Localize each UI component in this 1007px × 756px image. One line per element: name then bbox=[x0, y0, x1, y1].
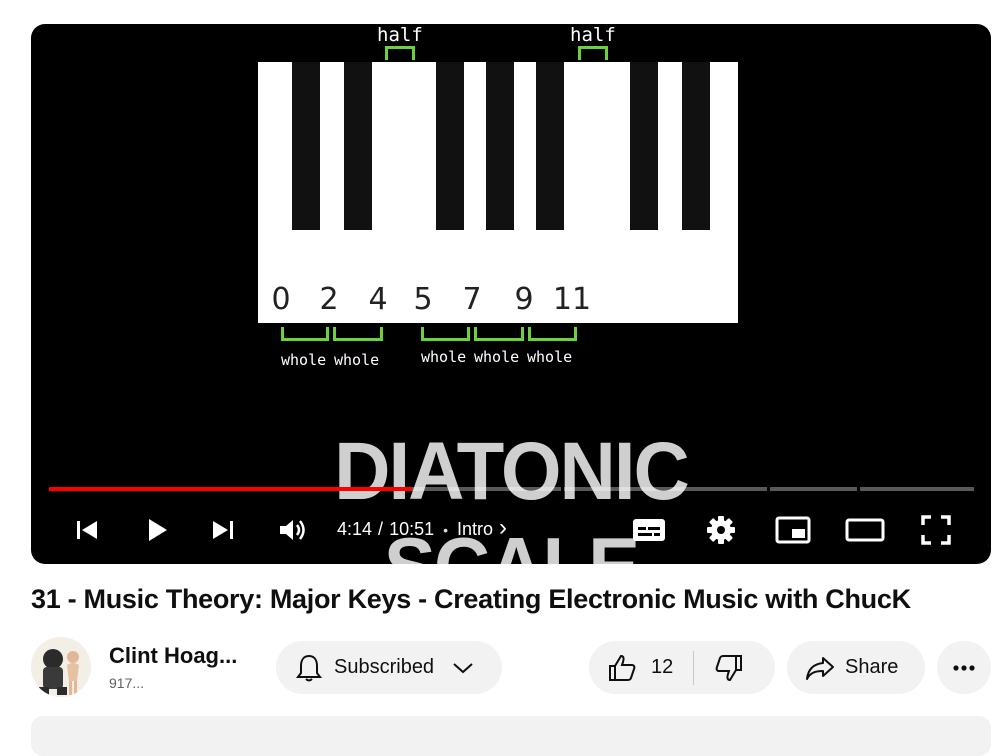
duration: 10:51 bbox=[389, 519, 435, 539]
channel-name[interactable]: Clint Hoag... bbox=[109, 643, 237, 669]
whole-step-label: whole bbox=[334, 351, 380, 369]
half-step-label: half bbox=[570, 24, 616, 46]
skip-previous-icon bbox=[77, 521, 97, 539]
piano-black-key bbox=[536, 62, 564, 230]
chevron-down-icon bbox=[453, 662, 473, 673]
gear-icon bbox=[707, 516, 735, 544]
fullscreen-icon bbox=[921, 515, 951, 545]
whole-step-bracket bbox=[421, 327, 470, 341]
subscriber-count: 917... bbox=[109, 675, 145, 691]
whole-step-bracket bbox=[333, 327, 383, 341]
theater-mode-icon bbox=[845, 518, 885, 542]
key-number-label: 2 bbox=[319, 282, 339, 317]
share-label: Share bbox=[845, 656, 899, 678]
piano-black-key bbox=[630, 62, 658, 230]
progress-bar[interactable] bbox=[49, 487, 974, 491]
share-icon bbox=[806, 656, 834, 680]
video-player[interactable]: 0 2 4 5 7 9 11 half half whole whole who… bbox=[31, 24, 991, 564]
previous-button[interactable] bbox=[67, 510, 107, 550]
piano-black-key bbox=[292, 62, 320, 230]
more-horizontal-icon bbox=[953, 664, 975, 671]
settings-button[interactable] bbox=[701, 510, 741, 550]
bell-icon bbox=[296, 654, 322, 681]
chapter-button[interactable]: Intro bbox=[457, 519, 493, 540]
player-controls: 4:14 / 10:51 • Intro › bbox=[31, 510, 991, 550]
piano-black-key bbox=[486, 62, 514, 230]
key-number-label: 4 bbox=[368, 282, 388, 317]
key-number-label: 5 bbox=[413, 282, 433, 317]
next-button[interactable] bbox=[203, 510, 243, 550]
play-button[interactable] bbox=[137, 510, 177, 550]
whole-step-label: whole bbox=[281, 351, 327, 369]
chapter-gap bbox=[767, 487, 770, 491]
subscribed-label: Subscribed bbox=[334, 656, 435, 678]
dislike-button[interactable] bbox=[694, 641, 744, 694]
chapter-gap bbox=[561, 487, 564, 491]
skip-next-icon bbox=[213, 521, 233, 539]
progress-played bbox=[49, 487, 412, 491]
whole-step-bracket bbox=[528, 327, 577, 341]
like-button[interactable]: 12 bbox=[589, 641, 673, 694]
current-time: 4:14 bbox=[337, 519, 373, 539]
key-number-label: 11 bbox=[552, 282, 592, 317]
time-separator: / bbox=[378, 519, 384, 539]
description-box[interactable] bbox=[31, 716, 991, 756]
chapter-gap bbox=[857, 487, 860, 491]
thumbs-down-icon bbox=[715, 654, 743, 681]
whole-step-bracket bbox=[281, 327, 329, 341]
whole-step-label: whole bbox=[474, 348, 520, 366]
volume-button[interactable] bbox=[273, 510, 313, 550]
key-number-label: 7 bbox=[462, 282, 482, 317]
whole-step-label: whole bbox=[527, 348, 573, 366]
time-display: 4:14 / 10:51 • Intro › bbox=[337, 514, 507, 542]
miniplayer-icon bbox=[775, 516, 811, 544]
avatar[interactable] bbox=[31, 637, 91, 697]
like-dislike-group: 12 bbox=[589, 641, 775, 694]
volume-icon bbox=[280, 520, 305, 540]
thumbs-up-icon bbox=[609, 654, 636, 681]
fullscreen-button[interactable] bbox=[916, 510, 956, 550]
miniplayer-button[interactable] bbox=[771, 510, 815, 550]
piano-black-key bbox=[682, 62, 710, 230]
chapter-bullet: • bbox=[443, 521, 449, 538]
half-step-bracket bbox=[578, 46, 608, 60]
like-count: 12 bbox=[651, 656, 674, 678]
more-actions-button[interactable] bbox=[937, 641, 991, 694]
half-step-bracket bbox=[385, 46, 415, 60]
video-frame[interactable]: 0 2 4 5 7 9 11 half half whole whole who… bbox=[31, 24, 991, 564]
key-number-label: 9 bbox=[514, 282, 534, 317]
theater-mode-button[interactable] bbox=[843, 510, 887, 550]
captions-button[interactable] bbox=[629, 510, 669, 550]
video-title: 31 - Music Theory: Major Keys - Creating… bbox=[31, 584, 911, 614]
channel-avatar-image bbox=[31, 637, 91, 697]
share-button[interactable]: Share bbox=[787, 641, 925, 694]
piano-black-key bbox=[436, 62, 464, 230]
subtitles-icon bbox=[633, 519, 665, 541]
whole-step-label: whole bbox=[421, 348, 467, 366]
play-icon bbox=[149, 519, 167, 541]
chevron-right-icon[interactable]: › bbox=[499, 514, 507, 542]
subscribed-button[interactable]: Subscribed bbox=[276, 641, 502, 694]
whole-step-bracket bbox=[474, 327, 524, 341]
half-step-label: half bbox=[377, 24, 423, 46]
channel-actions-row: Clint Hoag... 917... Subscribed 12 Share bbox=[31, 637, 991, 697]
piano-black-key bbox=[344, 62, 372, 230]
key-number-label: 0 bbox=[271, 282, 291, 317]
